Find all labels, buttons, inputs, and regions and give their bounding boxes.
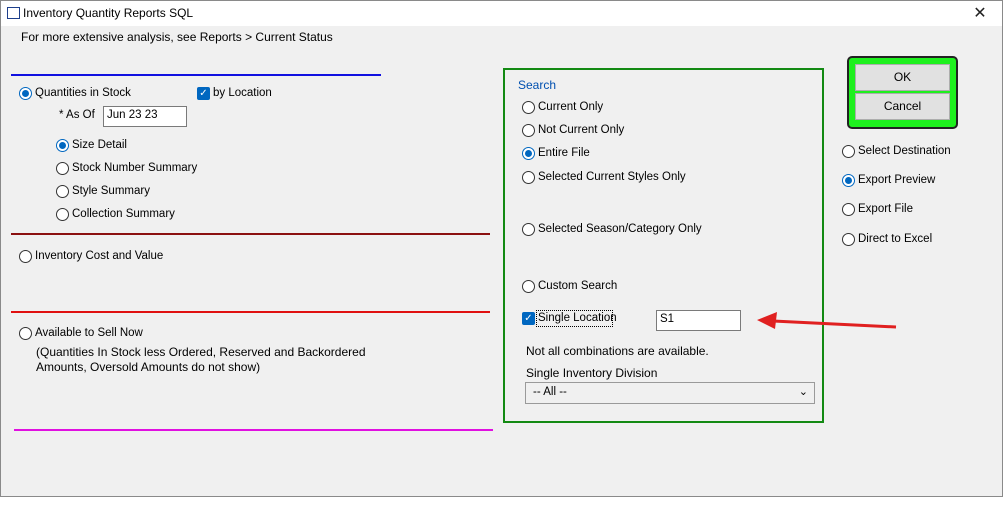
available-note-line1: (Quantities In Stock less Ordered, Reser… <box>36 345 366 359</box>
entire-file-label: Entire File <box>538 147 590 159</box>
export-file-label: Export File <box>858 203 913 215</box>
available-to-sell-radio[interactable] <box>19 327 32 340</box>
checkmark-icon: ✓ <box>199 88 208 99</box>
available-note-line2: Amounts, Oversold Amounts do not show) <box>36 360 261 374</box>
as-of-label: * As Of <box>59 109 95 121</box>
export-preview-label: Export Preview <box>858 174 936 186</box>
by-location-checkbox[interactable]: ✓ <box>197 87 210 100</box>
available-to-sell-label: Available to Sell Now <box>35 327 143 339</box>
hint-text: For more extensive analysis, see Reports… <box>21 30 333 44</box>
separator-red <box>11 311 490 313</box>
selected-current-styles-label: Selected Current Styles Only <box>538 171 686 183</box>
ok-button[interactable]: OK <box>855 64 950 91</box>
size-detail-radio[interactable] <box>56 139 69 152</box>
as-of-date-input[interactable]: Jun 23 23 <box>103 106 187 127</box>
not-current-only-label: Not Current Only <box>538 124 625 136</box>
export-file-radio[interactable] <box>842 203 855 216</box>
division-select-value: -- All -- <box>533 386 567 398</box>
inventory-cost-label: Inventory Cost and Value <box>35 250 164 262</box>
custom-search-label: Custom Search <box>538 280 618 292</box>
current-only-radio[interactable] <box>522 101 535 114</box>
direct-to-excel-radio[interactable] <box>842 233 855 246</box>
not-current-only-radio[interactable] <box>522 124 535 137</box>
selected-season-category-radio[interactable] <box>522 223 535 236</box>
red-pointer-arrow-icon <box>757 312 897 329</box>
single-location-checkbox[interactable]: ✓ <box>522 312 535 325</box>
single-location-label: Single Location <box>538 312 617 324</box>
single-location-input[interactable]: S1 <box>656 310 741 331</box>
quantities-in-stock-radio[interactable] <box>19 87 32 100</box>
division-label: Single Inventory Division <box>526 366 658 380</box>
by-location-label: by Location <box>213 87 272 99</box>
window-title: Inventory Quantity Reports SQL <box>23 6 194 20</box>
collection-summary-radio[interactable] <box>56 208 69 221</box>
select-destination-label: Select Destination <box>858 145 951 157</box>
report-dialog: Inventory Quantity Reports SQL ✕ For mor… <box>0 0 1003 497</box>
style-summary-radio[interactable] <box>56 185 69 198</box>
search-group-title: Search <box>518 78 557 92</box>
export-preview-radio[interactable] <box>842 174 855 187</box>
separator-magenta <box>14 429 493 431</box>
close-button[interactable]: ✕ <box>958 1 1002 26</box>
quantities-in-stock-label: Quantities in Stock <box>35 87 131 99</box>
selected-current-styles-radio[interactable] <box>522 171 535 184</box>
chevron-down-icon: ⌄ <box>798 386 808 398</box>
selected-season-category-label: Selected Season/Category Only <box>538 223 702 235</box>
title-bar: Inventory Quantity Reports SQL ✕ <box>1 1 1002 26</box>
inventory-cost-radio[interactable] <box>19 250 32 263</box>
style-summary-label: Style Summary <box>72 185 150 197</box>
window-icon <box>7 7 20 19</box>
stock-number-summary-radio[interactable] <box>56 162 69 175</box>
cancel-button[interactable]: Cancel <box>855 93 950 120</box>
division-select[interactable]: -- All -- ⌄ <box>525 382 815 404</box>
separator-maroon <box>11 233 490 235</box>
entire-file-radio[interactable] <box>522 147 535 160</box>
select-destination-radio[interactable] <box>842 145 855 158</box>
stock-number-summary-label: Stock Number Summary <box>72 162 198 174</box>
current-only-label: Current Only <box>538 101 604 113</box>
custom-search-radio[interactable] <box>522 280 535 293</box>
checkmark-icon: ✓ <box>524 313 533 324</box>
separator-blue <box>11 74 381 76</box>
size-detail-label: Size Detail <box>72 139 127 151</box>
direct-to-excel-label: Direct to Excel <box>858 233 933 245</box>
collection-summary-label: Collection Summary <box>72 208 175 220</box>
combinations-note: Not all combinations are available. <box>526 344 709 358</box>
